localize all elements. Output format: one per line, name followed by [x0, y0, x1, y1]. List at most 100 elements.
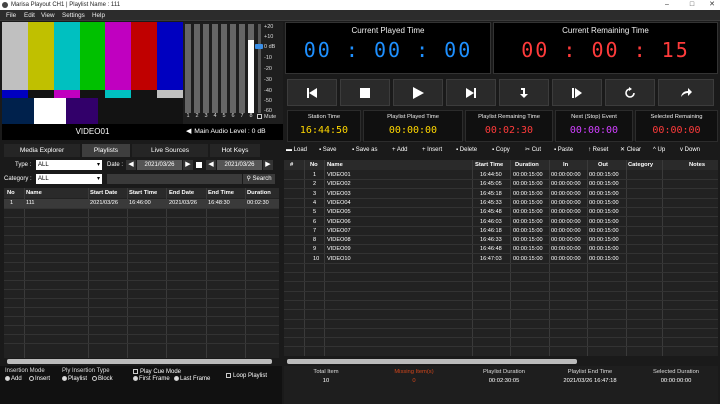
col-start-date[interactable]: Start Date — [90, 189, 117, 198]
table-row[interactable]: 10 VIDEO10 16:47:03 00:00:15:00 00:00:00:00 0… — [284, 255, 718, 264]
radio-block[interactable] — [92, 376, 97, 381]
playlists-scrollbar-thumb[interactable] — [7, 359, 272, 364]
clear-button[interactable]: ✕ Clear — [620, 145, 641, 156]
table-row[interactable] — [284, 329, 718, 339]
load-button[interactable]: ▬ Load — [286, 145, 307, 156]
reset-button[interactable]: ↑ Reset — [588, 145, 608, 156]
pause-step-button[interactable] — [552, 79, 602, 106]
menu-file[interactable]: File — [6, 10, 16, 21]
date-from-field[interactable]: 2021/03/26 — [137, 160, 182, 170]
mute-checkbox[interactable] — [257, 114, 262, 119]
mute-toggle[interactable]: Mute — [257, 114, 276, 120]
close-icon[interactable]: ✕ — [704, 0, 720, 10]
col-out[interactable]: Out — [598, 161, 608, 170]
menu-help[interactable]: Help — [92, 10, 105, 21]
table-row[interactable] — [284, 320, 718, 329]
minimize-icon[interactable]: – — [659, 0, 675, 10]
search-input[interactable] — [107, 174, 242, 184]
menu-settings[interactable]: Settings — [62, 10, 85, 21]
tab-playlists[interactable]: Playlists — [82, 144, 130, 157]
menu-edit[interactable]: Edit — [24, 10, 35, 21]
tab-media-explorer[interactable]: Media Explorer — [4, 144, 80, 157]
tab-live-sources[interactable]: Live Sources — [132, 144, 208, 157]
type-select[interactable]: ALL ▾ — [36, 160, 102, 170]
table-row[interactable]: 3 VIDEO03 16:45:18 00:00:15:00 00:00:00:00 00… — [284, 190, 718, 199]
down-button[interactable]: v Down — [680, 145, 700, 156]
date-to-next-icon[interactable]: ▶ — [263, 160, 273, 170]
insert-next-button[interactable] — [499, 79, 549, 106]
table-row[interactable]: 1 VIDEO01 16:44:50 00:00:15:00 00:00:00:00 00… — [284, 171, 718, 180]
stop-button[interactable] — [340, 79, 390, 106]
col-hash[interactable]: # — [290, 161, 293, 170]
radio-add[interactable] — [5, 376, 10, 381]
table-row[interactable]: 9 VIDEO09 16:46:48 00:00:15:00 00:00:00:00 00… — [284, 245, 718, 255]
col-start-time[interactable]: Start Time — [475, 161, 503, 170]
previous-button[interactable] — [287, 79, 337, 106]
table-row[interactable] — [284, 301, 718, 311]
save-button[interactable]: ▪ Save — [319, 145, 336, 156]
col-category[interactable]: Category — [628, 161, 653, 170]
play-button[interactable] — [393, 79, 443, 106]
table-row[interactable] — [284, 348, 718, 356]
loop-playlist-checkbox[interactable] — [226, 373, 231, 378]
col-notes[interactable]: Notes — [689, 161, 705, 170]
date-to-field[interactable]: 2021/03/26 — [217, 160, 262, 170]
ply-insertion-playlist[interactable]: Playlist — [62, 376, 87, 382]
table-row[interactable] — [284, 338, 718, 348]
col-end-date[interactable]: End Date — [169, 189, 194, 198]
date-range-checkbox[interactable] — [196, 162, 202, 168]
maximize-icon[interactable]: □ — [684, 0, 700, 10]
tab-hot-keys[interactable]: Hot Keys — [210, 144, 260, 157]
radio-playlist[interactable] — [62, 376, 67, 381]
play-cue-checkbox[interactable] — [133, 369, 138, 374]
playlist-scrollbar[interactable] — [284, 358, 718, 365]
cue-last-frame[interactable]: Last Frame — [174, 376, 210, 382]
table-row[interactable] — [284, 283, 718, 292]
table-row[interactable] — [284, 292, 718, 301]
date-next-icon[interactable]: ▶ — [183, 160, 193, 170]
cut-button[interactable]: ✂ Cut — [525, 145, 541, 156]
save-as-button[interactable]: ▪ Save as — [352, 145, 377, 156]
up-button[interactable]: ^ Up — [653, 145, 665, 156]
table-row[interactable]: 5 VIDEO05 16:45:48 00:00:15:00 00:00:00:00 00… — [284, 208, 718, 218]
col-in[interactable]: In — [563, 161, 568, 170]
search-button[interactable]: ⚲ Search — [243, 174, 275, 184]
col-no[interactable]: No — [310, 161, 318, 170]
copy-button[interactable]: ▪ Copy — [492, 145, 510, 156]
col-name[interactable]: Name — [327, 161, 343, 170]
table-row[interactable] — [284, 264, 718, 273]
table-row[interactable] — [284, 273, 718, 283]
delete-button[interactable]: ▪ Delete — [456, 145, 477, 156]
radio-last-frame[interactable] — [174, 376, 179, 381]
col-no[interactable]: No — [7, 189, 15, 198]
table-row[interactable]: 2 VIDEO02 16:45:05 00:00:15:00 00:00:00:00 00… — [284, 180, 718, 190]
date-to-prev-icon[interactable]: ◀ — [206, 160, 216, 170]
playlists-scrollbar[interactable] — [4, 358, 279, 365]
table-row[interactable]: 6 VIDEO06 16:46:03 00:00:15:00 00:00:00:00 00… — [284, 218, 718, 227]
loop-playlist[interactable]: Loop Playlist — [226, 373, 267, 379]
audio-level-slider[interactable] — [258, 24, 261, 113]
insertion-mode-insert[interactable]: Insert — [29, 376, 50, 382]
paste-button[interactable]: ▪ Paste — [554, 145, 573, 156]
col-start-time[interactable]: Start Time — [129, 189, 157, 198]
radio-insert[interactable] — [29, 376, 34, 381]
audio-level-slider-thumb[interactable] — [255, 44, 263, 49]
insertion-mode-add[interactable]: Add — [5, 376, 22, 382]
col-name[interactable]: Name — [26, 189, 42, 198]
col-duration[interactable]: Duration — [515, 161, 539, 170]
date-prev-icon[interactable]: ◀ — [126, 160, 136, 170]
add-button[interactable]: + Add — [392, 145, 408, 156]
cue-first-frame[interactable]: First Frame — [133, 376, 170, 382]
ply-insertion-block[interactable]: Block — [92, 376, 113, 382]
playlist-scrollbar-thumb[interactable] — [287, 359, 577, 364]
skip-button[interactable] — [658, 79, 714, 106]
col-duration[interactable]: Duration — [247, 189, 271, 198]
next-button[interactable] — [446, 79, 496, 106]
table-row[interactable]: 4 VIDEO04 16:45:33 00:00:15:00 00:00:00:00 00… — [284, 199, 718, 208]
col-end-time[interactable]: End Time — [208, 189, 234, 198]
menu-view[interactable]: View — [41, 10, 55, 21]
table-row[interactable]: 7 VIDEO07 16:46:18 00:00:15:00 00:00:00:00 00… — [284, 227, 718, 236]
table-row[interactable]: 8 VIDEO08 16:46:33 00:00:15:00 00:00:00:00 00… — [284, 236, 718, 246]
category-select[interactable]: ALL ▾ — [36, 174, 102, 184]
play-cue-mode[interactable]: Play Cue Mode — [133, 369, 181, 375]
